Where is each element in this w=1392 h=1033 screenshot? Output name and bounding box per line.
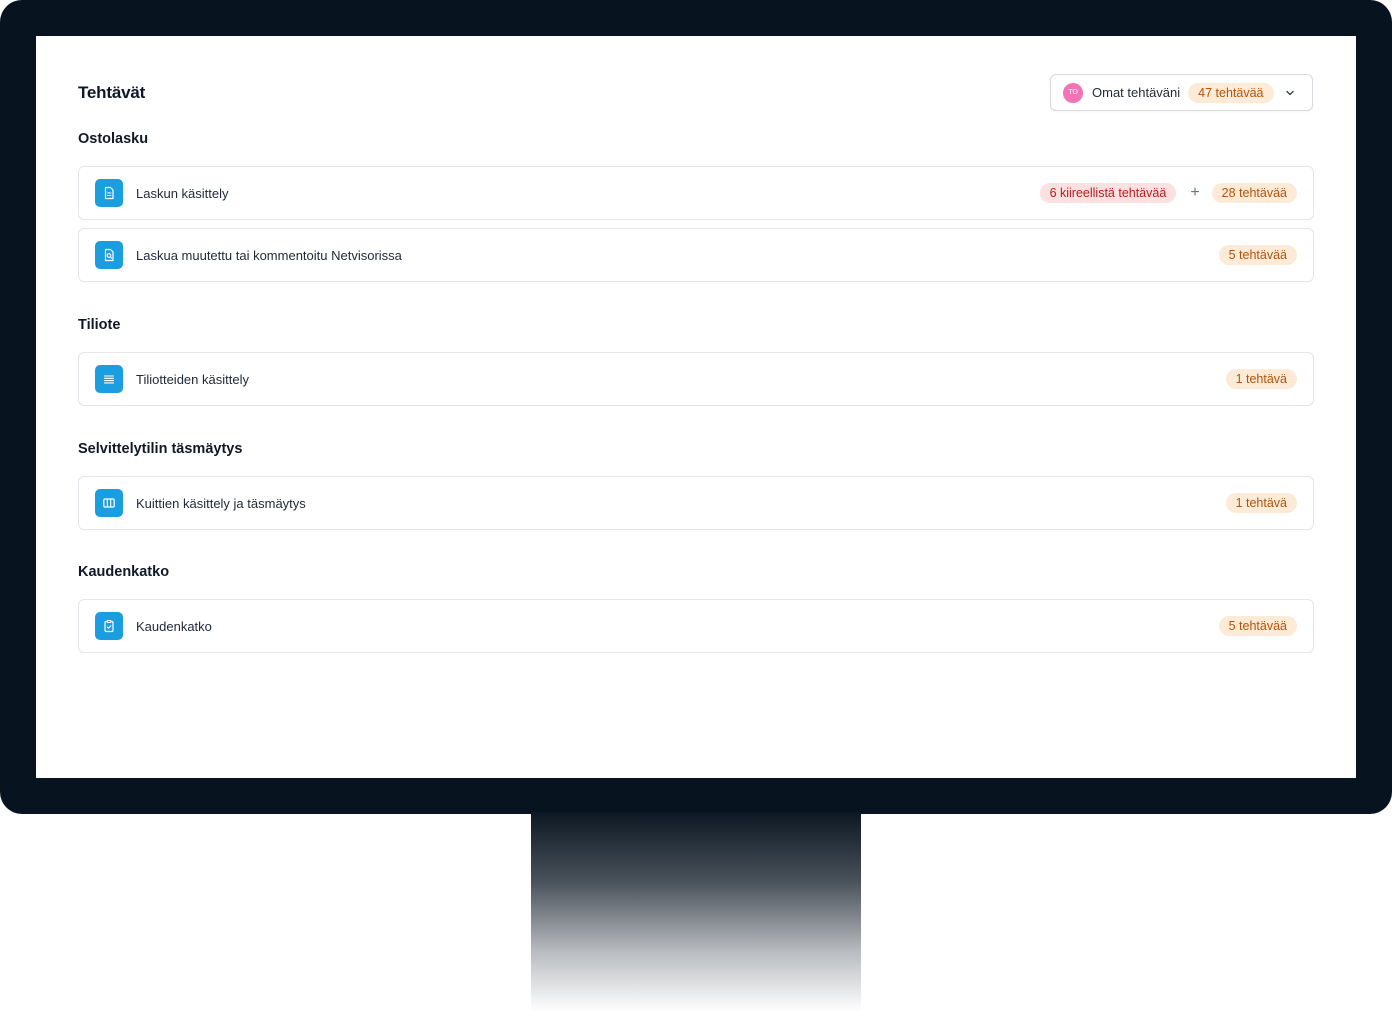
task-label: Kaudenkatko [136, 618, 212, 634]
task-count-badge: 5 tehtävää [1218, 616, 1297, 636]
section-title-tiliote: Tiliote [78, 317, 121, 333]
task-row-laskun-kasittely[interactable]: Laskun käsittely 6 kiireellistä tehtävää… [78, 166, 1314, 220]
assignee-filter-dropdown[interactable]: TO Omat tehtäväni 47 tehtävää [1050, 74, 1313, 111]
section-title-kaudenkatko: Kaudenkatko [78, 564, 170, 580]
section-title-selvittelytilin-tasmaytys: Selvittelytilin täsmäytys [78, 441, 243, 457]
page-title: Tehtävät [78, 83, 146, 102]
task-row-laskua-muutettu[interactable]: Laskua muutettu tai kommentoitu Netvisor… [78, 228, 1314, 282]
columns-icon [95, 489, 123, 517]
document-icon [95, 179, 123, 207]
document-search-icon [95, 241, 123, 269]
task-row-tiliotteiden-kasittely[interactable]: Tiliotteiden käsittely 1 tehtävä [78, 352, 1314, 406]
chevron-down-icon [1285, 90, 1294, 95]
task-row-kaudenkatko[interactable]: Kaudenkatko 5 tehtävää [78, 599, 1314, 653]
task-label: Kuittien käsittely ja täsmäytys [136, 495, 306, 511]
task-count-badge: 5 tehtävää [1218, 245, 1297, 265]
task-count-badge: 1 tehtävä [1225, 493, 1297, 513]
task-count-badge: 28 tehtävää [1211, 183, 1297, 203]
task-label: Laskua muutettu tai kommentoitu Netvisor… [136, 247, 402, 263]
task-row-kuittien-kasittely[interactable]: Kuittien käsittely ja täsmäytys 1 tehtäv… [78, 476, 1314, 530]
urgent-count-badge: 6 kiireellistä tehtävää [1039, 183, 1177, 203]
task-label: Tiliotteiden käsittely [136, 371, 249, 387]
clipboard-check-icon [95, 612, 123, 640]
filter-label: Omat tehtäväni [1092, 85, 1181, 100]
avatar: TO [1063, 82, 1083, 103]
plus-icon: + [1190, 184, 1200, 201]
app-screen: Tehtävät TO Omat tehtäväni 47 tehtävää O… [36, 36, 1356, 778]
monitor-stand [531, 812, 861, 1012]
list-icon [95, 365, 123, 393]
section-title-ostolasku: Ostolasku [78, 131, 149, 147]
task-label: Laskun käsittely [136, 185, 229, 201]
total-count-badge: 47 tehtävää [1188, 82, 1274, 103]
task-count-badge: 1 tehtävä [1225, 369, 1297, 389]
